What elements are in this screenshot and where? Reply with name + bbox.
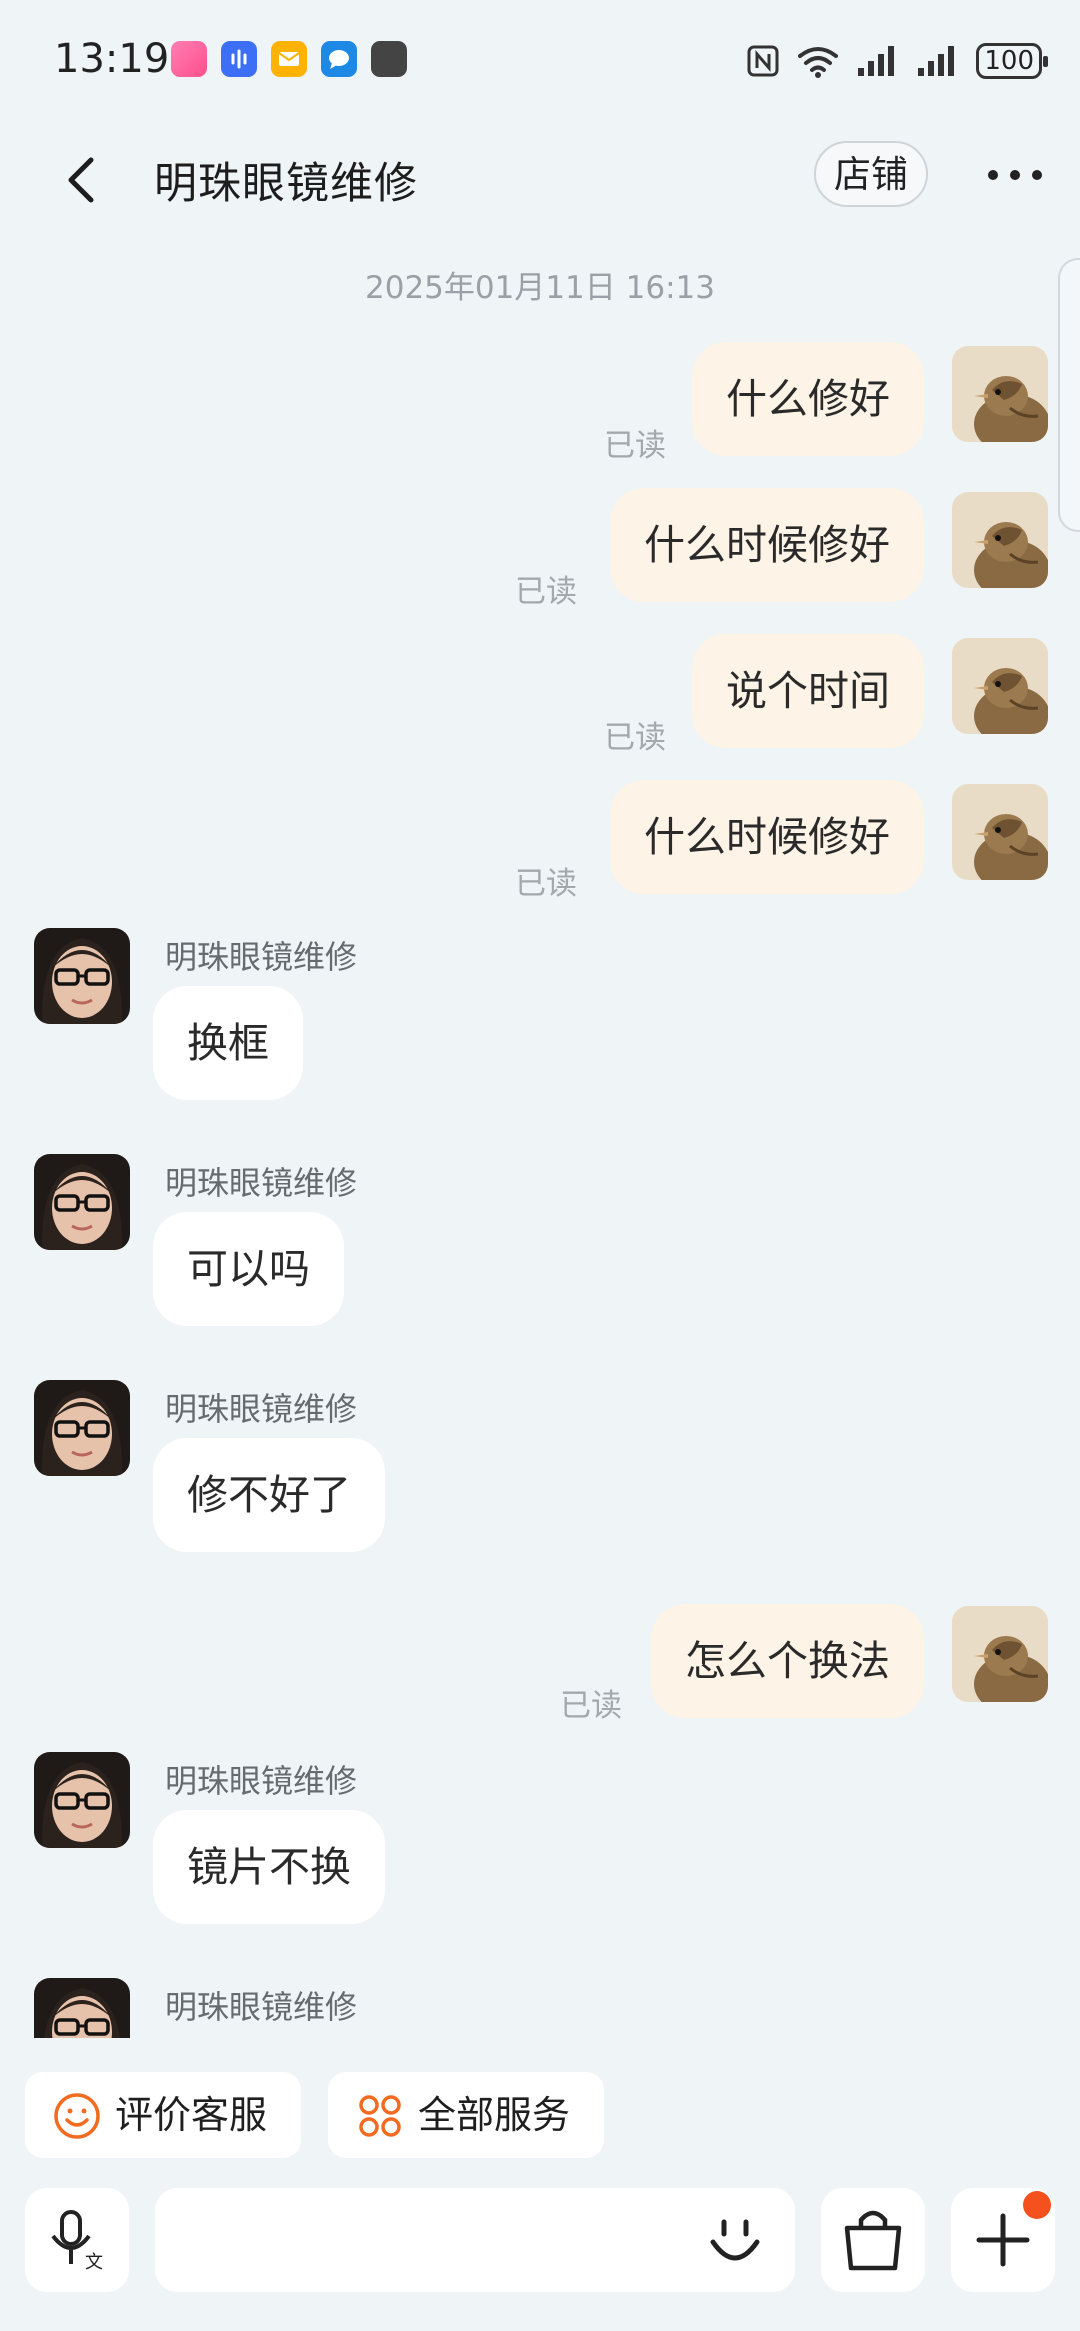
chat-header: 明珠眼镜维修 店铺 (0, 135, 1080, 225)
merchant-message-bubble[interactable]: 可以吗 (153, 1212, 344, 1326)
message-app-icon (321, 41, 357, 77)
merchant-avatar[interactable] (34, 1978, 130, 2038)
bilibili-app-icon (171, 41, 207, 77)
voice-input-button[interactable]: 文 (25, 2188, 129, 2292)
merchant-message-bubble[interactable]: 镜片不换 (153, 1810, 385, 1924)
merchant-avatar[interactable] (34, 1380, 130, 1476)
message-list[interactable]: 什么修好 已读 什么时候修好 已读 说个时间 已读 什么时候修好 已读 明珠眼镜… (0, 240, 1080, 2038)
merchant-avatar[interactable] (34, 1752, 130, 1848)
read-receipt: 已读 (515, 866, 577, 902)
products-button[interactable] (821, 2188, 925, 2292)
my-avatar[interactable] (952, 492, 1048, 588)
chip-label: 全部服务 (418, 2093, 571, 2137)
merchant-message-bubble[interactable]: 修不好了 (153, 1438, 385, 1552)
back-icon[interactable] (55, 150, 115, 210)
notification-dot (1023, 2191, 1051, 2219)
my-avatar[interactable] (952, 638, 1048, 734)
more-options-icon[interactable] (985, 167, 1045, 183)
shopping-bag-icon (844, 2210, 902, 2271)
merchant-avatar[interactable] (34, 1154, 130, 1250)
voice-app-icon (221, 41, 257, 77)
sender-name: 明珠眼镜维修 (165, 1988, 358, 2026)
my-message-bubble[interactable]: 什么修好 (692, 342, 924, 456)
wifi-icon (798, 47, 839, 78)
shop-button[interactable]: 店铺 (814, 141, 928, 207)
read-receipt: 已读 (515, 574, 577, 610)
sender-name: 明珠眼镜维修 (165, 1762, 358, 1800)
chip-label: 评价客服 (115, 2093, 268, 2137)
my-message-bubble[interactable]: 什么时候修好 (610, 780, 924, 894)
sender-name: 明珠眼镜维修 (165, 1390, 358, 1428)
status-bar: 13:19 100 (0, 0, 1080, 120)
rate-service-button[interactable]: 评价客服 (25, 2072, 301, 2158)
mail-app-icon (271, 41, 307, 77)
read-receipt: 已读 (604, 428, 666, 464)
voice-translate-icon: 文 (51, 2210, 103, 2273)
svg-text:文: 文 (85, 2252, 103, 2273)
my-message-bubble[interactable]: 说个时间 (692, 634, 924, 748)
message-input[interactable] (155, 2188, 795, 2292)
read-receipt: 已读 (560, 1688, 622, 1724)
read-receipt: 已读 (604, 720, 666, 756)
nfc-icon (747, 45, 779, 77)
four-circles-icon (359, 2095, 401, 2137)
signal-icon (858, 46, 895, 76)
status-time: 13:19 (54, 36, 170, 82)
merchant-avatar[interactable] (34, 928, 130, 1024)
game-app-icon (371, 41, 407, 77)
my-avatar[interactable] (952, 784, 1048, 880)
my-message-bubble[interactable]: 怎么个换法 (651, 1604, 924, 1718)
all-services-button[interactable]: 全部服务 (328, 2072, 604, 2158)
signal-icon-2 (918, 46, 955, 76)
smiley-icon (54, 2093, 100, 2139)
page-title: 明珠眼镜维修 (154, 159, 418, 209)
my-message-bubble[interactable]: 什么时候修好 (610, 488, 924, 602)
sender-name: 明珠眼镜维修 (165, 938, 358, 976)
my-avatar[interactable] (952, 1606, 1048, 1702)
input-bar: 文 (0, 2180, 1080, 2331)
my-avatar[interactable] (952, 346, 1048, 442)
battery-indicator: 100 (976, 43, 1048, 79)
merchant-message-bubble[interactable]: 换框 (153, 986, 303, 1100)
status-icons: 100 (746, 40, 1048, 82)
sender-name: 明珠眼镜维修 (165, 1164, 358, 1202)
emoji-icon[interactable] (705, 2210, 765, 2270)
